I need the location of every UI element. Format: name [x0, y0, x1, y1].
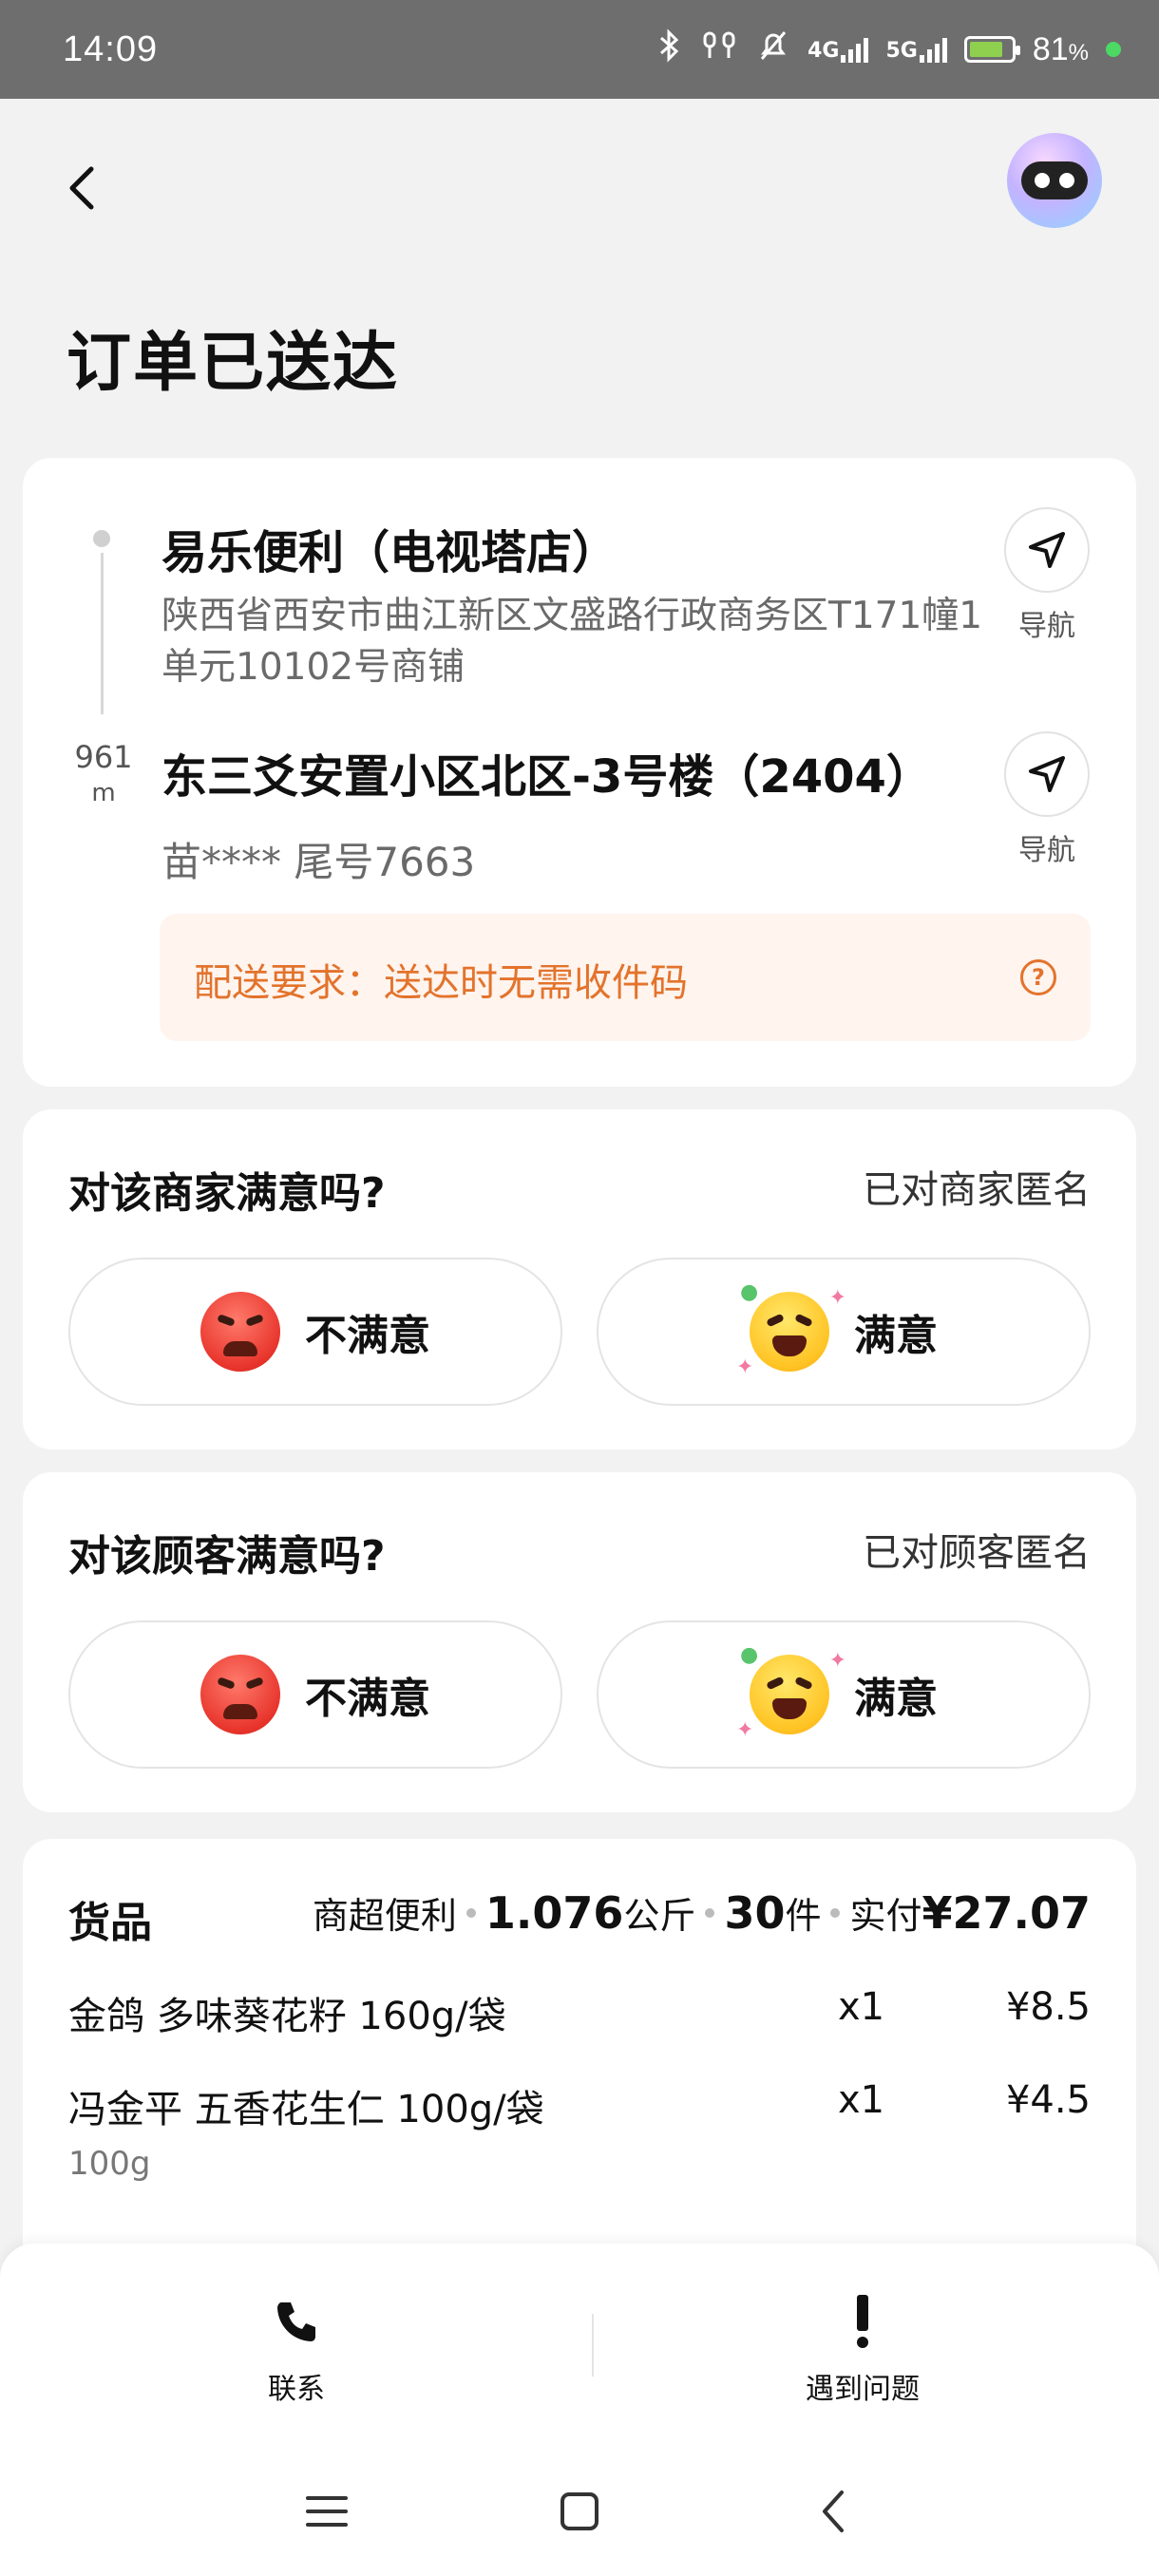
merchant-dissatisfied-button[interactable]: 不满意: [68, 1258, 562, 1406]
menu-lines-icon: [306, 2496, 348, 2527]
bluetooth-icon: [656, 28, 684, 70]
goods-item-qty: x1: [838, 2078, 885, 2122]
network-type-2: 5G: [885, 39, 918, 63]
page-title: 订单已送达: [66, 326, 400, 401]
status-icons: 4G 5G 81%: [656, 28, 1121, 70]
home-button[interactable]: [551, 2483, 608, 2540]
merchant-satisfied-label: 满意: [854, 1312, 938, 1360]
recent-apps-button[interactable]: [298, 2483, 355, 2540]
delivery-address-name: 东三爻安置小区北区-3号楼（2404）: [162, 750, 932, 804]
address-card: 961 m 易乐便利（电视塔店） 陕西省西安市曲江新区文盛路行政商务区T171幢…: [23, 458, 1136, 1087]
distance-value: 961: [74, 739, 133, 775]
distance-indicator: 961 m: [70, 739, 137, 807]
robot-face-icon: [1021, 161, 1088, 199]
merchant-rating-question: 对该商家满意吗?: [68, 1169, 386, 1218]
navigation-arrow-icon: [1004, 731, 1090, 817]
privacy-indicator-dot: [1106, 42, 1121, 57]
battery-icon: [963, 36, 1020, 63]
exclamation-icon: [768, 2291, 958, 2352]
earbuds-icon: [701, 29, 739, 69]
timeline-dot: [93, 530, 110, 547]
timeline-line: [101, 553, 104, 714]
square-home-icon: [560, 2492, 598, 2530]
merchant-rating-card: 对该商家满意吗? 已对商家匿名 不满意 ● ✦ ✦ 满意: [23, 1109, 1136, 1449]
separator-dot: [466, 1907, 476, 1918]
status-time: 14:09: [63, 28, 159, 69]
pickup-navigate-label: 导航: [1018, 610, 1075, 643]
status-bar: 14:09 4G 5G 81%: [0, 0, 1159, 99]
report-problem-label: 遇到问题: [806, 2373, 920, 2406]
navigation-arrow-icon: [1004, 507, 1090, 593]
angry-face-icon: [200, 1292, 280, 1372]
delivery-requirement-text: 配送要求：送达时无需收件码: [194, 961, 688, 1005]
laughing-face-icon: ● ✦ ✦: [736, 1643, 846, 1742]
customer-dissatisfied-label: 不满意: [305, 1675, 430, 1723]
customer-anonymous-status: 已对顾客匿名: [863, 1531, 1091, 1575]
customer-rating-card: 对该顾客满意吗? 已对顾客匿名 不满意 ● ✦ ✦ 满意: [23, 1472, 1136, 1812]
goods-item-name: 冯金平 五香花生仁 100g/袋: [68, 2088, 544, 2131]
phone-icon: [201, 2291, 391, 2352]
customer-satisfied-label: 满意: [854, 1675, 938, 1723]
bottom-action-bar: 联系 遇到问题: [0, 2244, 1159, 2576]
customer-satisfied-button[interactable]: ● ✦ ✦ 满意: [597, 1620, 1091, 1769]
assistant-avatar-button[interactable]: [1007, 133, 1102, 228]
goods-item-qty: x1: [838, 1985, 885, 2029]
delivery-navigate-label: 导航: [1018, 834, 1075, 867]
back-button[interactable]: [59, 161, 106, 215]
separator-dot: [830, 1907, 841, 1918]
goods-item-spec: 100g: [68, 2145, 151, 2183]
mute-bell-icon: [756, 28, 790, 70]
contact-label: 联系: [268, 2373, 325, 2406]
merchant-dissatisfied-label: 不满意: [305, 1312, 430, 1360]
merchant-satisfied-button[interactable]: ● ✦ ✦ 满意: [597, 1258, 1091, 1406]
battery-percent: 81%: [1032, 30, 1089, 67]
goods-paid: 实付¥27.07: [849, 1887, 1091, 1939]
chevron-left-icon: [69, 166, 94, 210]
chevron-left-icon: [823, 2491, 844, 2532]
customer-rating-question: 对该顾客满意吗?: [68, 1532, 386, 1581]
goods-item-name: 金鸽 多味葵花籽 160g/袋: [68, 1995, 506, 2038]
pickup-navigate-button[interactable]: 导航: [1001, 507, 1092, 644]
signal-2-icon: 5G: [885, 36, 947, 63]
pickup-address: 陕西省西安市曲江新区文盛路行政商务区T171幢1单元10102号商铺: [162, 595, 983, 689]
system-back-button[interactable]: [806, 2483, 863, 2540]
report-problem-button[interactable]: 遇到问题: [768, 2291, 958, 2407]
merchant-anonymous-status: 已对商家匿名: [863, 1168, 1091, 1212]
customer-dissatisfied-button[interactable]: 不满意: [68, 1620, 562, 1769]
network-type-1: 4G: [808, 39, 840, 63]
separator-dot: [705, 1907, 715, 1918]
customer-contact: 苗**** 尾号7663: [162, 839, 476, 885]
delivery-navigate-button[interactable]: 导航: [1001, 731, 1092, 868]
signal-1-icon: 4G: [808, 36, 869, 63]
contact-button[interactable]: 联系: [201, 2291, 391, 2407]
goods-count: 30件: [724, 1887, 822, 1939]
goods-item-price: ¥4.5: [1005, 2078, 1091, 2122]
goods-item-price: ¥8.5: [1005, 1985, 1091, 2029]
goods-weight: 1.076公斤: [484, 1887, 696, 1939]
action-divider: [592, 2314, 594, 2377]
angry-face-icon: [200, 1655, 280, 1734]
goods-category: 商超便利: [312, 1895, 457, 1937]
pickup-store-name: 易乐便利（电视塔店）: [162, 526, 618, 579]
goods-summary: 商超便利 1.076公斤 30件 实付¥27.07: [313, 1886, 1091, 1939]
laughing-face-icon: ● ✦ ✦: [736, 1280, 846, 1379]
help-question-icon[interactable]: ?: [1020, 959, 1056, 995]
goods-card: 货品 商超便利 1.076公斤 30件 实付¥27.07 金鸽 多味葵花籽 16…: [23, 1839, 1136, 2314]
goods-title: 货品: [68, 1899, 152, 1947]
distance-unit: m: [91, 779, 116, 807]
delivery-requirement-box: 配送要求：送达时无需收件码 ?: [160, 914, 1091, 1041]
